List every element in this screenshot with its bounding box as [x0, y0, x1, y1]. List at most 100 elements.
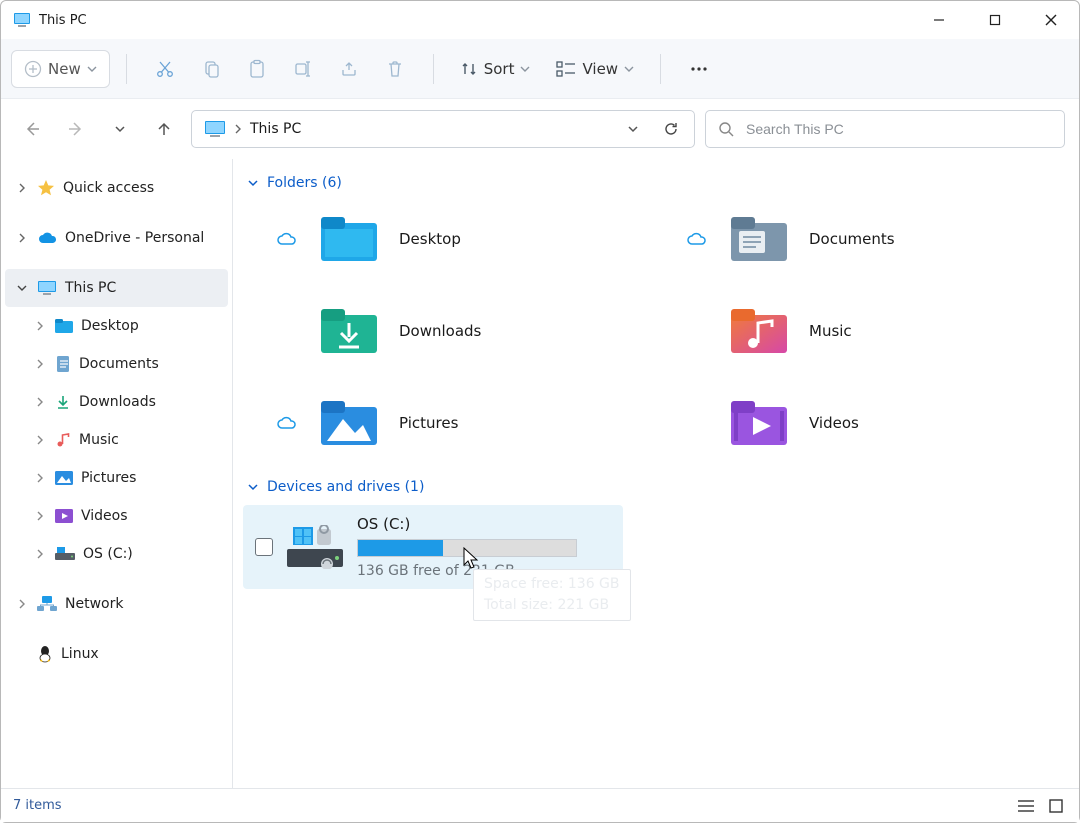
plus-circle-icon — [24, 60, 42, 78]
tiles-view-button[interactable] — [1045, 796, 1067, 816]
chevron-right-icon[interactable] — [33, 357, 47, 371]
trash-icon — [385, 59, 405, 79]
view-button[interactable]: View — [546, 49, 644, 89]
window-title-group: This PC — [13, 12, 87, 28]
cloud-sync-icon — [683, 232, 709, 246]
chevron-right-icon[interactable] — [33, 433, 47, 447]
view-icon — [556, 60, 576, 78]
sort-button[interactable]: Sort — [450, 49, 541, 89]
nav-this-pc[interactable]: This PC — [5, 269, 228, 307]
chevron-down-icon — [247, 481, 259, 493]
music-icon — [55, 432, 71, 448]
content-pane: Folders (6) Desktop Documents — [233, 159, 1079, 788]
sort-label: Sort — [484, 60, 515, 78]
refresh-button[interactable] — [656, 114, 686, 144]
chevron-right-icon[interactable] — [15, 597, 29, 611]
scissors-icon — [155, 59, 175, 79]
nav-network[interactable]: Network — [5, 585, 228, 623]
arrow-up-icon — [155, 120, 173, 138]
cloud-icon — [37, 231, 57, 245]
chevron-down-icon — [520, 64, 530, 74]
minimize-button[interactable] — [911, 1, 967, 39]
folder-item-pictures[interactable]: Pictures — [273, 395, 653, 451]
cut-button[interactable] — [143, 49, 187, 89]
refresh-icon — [663, 121, 679, 137]
chevron-right-icon[interactable] — [33, 471, 47, 485]
chevron-right-icon[interactable] — [33, 319, 47, 333]
star-icon — [37, 179, 55, 197]
download-icon — [55, 394, 71, 410]
nav-linux[interactable]: Linux — [5, 635, 228, 673]
chevron-down-icon — [624, 64, 634, 74]
breadcrumb-this-pc[interactable]: This PC — [250, 121, 301, 137]
chevron-right-icon[interactable] — [33, 547, 47, 561]
folder-pictures-icon — [321, 395, 377, 451]
share-button[interactable] — [327, 49, 371, 89]
recent-dropdown-button[interactable] — [103, 112, 137, 146]
this-pc-icon — [13, 12, 31, 28]
folder-item-downloads[interactable]: Downloads — [273, 303, 653, 359]
status-bar: 7 items — [1, 788, 1079, 822]
address-dropdown-button[interactable] — [618, 114, 648, 144]
more-button[interactable] — [677, 49, 721, 89]
drive-tooltip: Space free: 136 GB Total size: 221 GB — [473, 569, 631, 621]
view-label: View — [582, 60, 618, 78]
chevron-down-icon — [87, 64, 97, 74]
copy-button[interactable] — [189, 49, 233, 89]
nav-os-c-drive[interactable]: OS (C:) — [5, 535, 228, 573]
forward-button[interactable] — [59, 112, 93, 146]
folder-item-videos[interactable]: Videos — [683, 395, 1063, 451]
up-button[interactable] — [147, 112, 181, 146]
chevron-down-icon[interactable] — [15, 281, 29, 295]
paste-button[interactable] — [235, 49, 279, 89]
nav-quick-access[interactable]: Quick access — [5, 169, 228, 207]
cloud-sync-icon — [273, 232, 299, 246]
this-pc-icon — [37, 280, 57, 296]
folder-item-music[interactable]: Music — [683, 303, 1063, 359]
maximize-button[interactable] — [967, 1, 1023, 39]
nav-videos[interactable]: Videos — [5, 497, 228, 535]
close-button[interactable] — [1023, 1, 1079, 39]
chevron-right-icon[interactable] — [33, 509, 47, 523]
delete-button[interactable] — [373, 49, 417, 89]
separator — [433, 54, 434, 84]
folder-item-desktop[interactable]: Desktop — [273, 211, 653, 267]
folder-music-icon — [731, 303, 787, 359]
drive-usage-bar — [357, 539, 577, 557]
breadcrumb-chevron-icon[interactable] — [234, 123, 242, 135]
chevron-down-icon — [114, 123, 126, 135]
new-label: New — [48, 60, 81, 78]
details-view-button[interactable] — [1015, 796, 1037, 816]
chevron-right-icon[interactable] — [33, 395, 47, 409]
back-button[interactable] — [15, 112, 49, 146]
navigation-pane: Quick access OneDrive - Personal This PC… — [1, 159, 233, 788]
nav-documents[interactable]: Documents — [5, 345, 228, 383]
nav-downloads[interactable]: Downloads — [5, 383, 228, 421]
drives-section-header[interactable]: Devices and drives (1) — [243, 475, 1069, 499]
new-button[interactable]: New — [11, 50, 110, 88]
folders-section-header[interactable]: Folders (6) — [243, 171, 1069, 195]
rename-button[interactable] — [281, 49, 325, 89]
separator — [126, 54, 127, 84]
search-box[interactable] — [705, 110, 1065, 148]
nav-music[interactable]: Music — [5, 421, 228, 459]
rename-icon — [293, 59, 313, 79]
ellipsis-icon — [689, 59, 709, 79]
nav-pictures[interactable]: Pictures — [5, 459, 228, 497]
folder-desktop-icon — [55, 318, 73, 334]
cloud-sync-icon — [273, 416, 299, 430]
this-pc-icon — [204, 120, 226, 138]
chevron-right-icon[interactable] — [15, 181, 29, 195]
folder-videos-icon — [731, 395, 787, 451]
drive-checkbox[interactable] — [255, 538, 273, 556]
folder-item-documents[interactable]: Documents — [683, 211, 1063, 267]
folder-documents-icon — [731, 211, 787, 267]
chevron-right-icon[interactable] — [15, 231, 29, 245]
videos-icon — [55, 509, 73, 523]
search-input[interactable] — [744, 120, 1052, 138]
chevron-down-icon — [627, 123, 639, 135]
nav-desktop[interactable]: Desktop — [5, 307, 228, 345]
pictures-icon — [55, 471, 73, 485]
nav-onedrive[interactable]: OneDrive - Personal — [5, 219, 228, 257]
address-bar[interactable]: This PC — [191, 110, 695, 148]
